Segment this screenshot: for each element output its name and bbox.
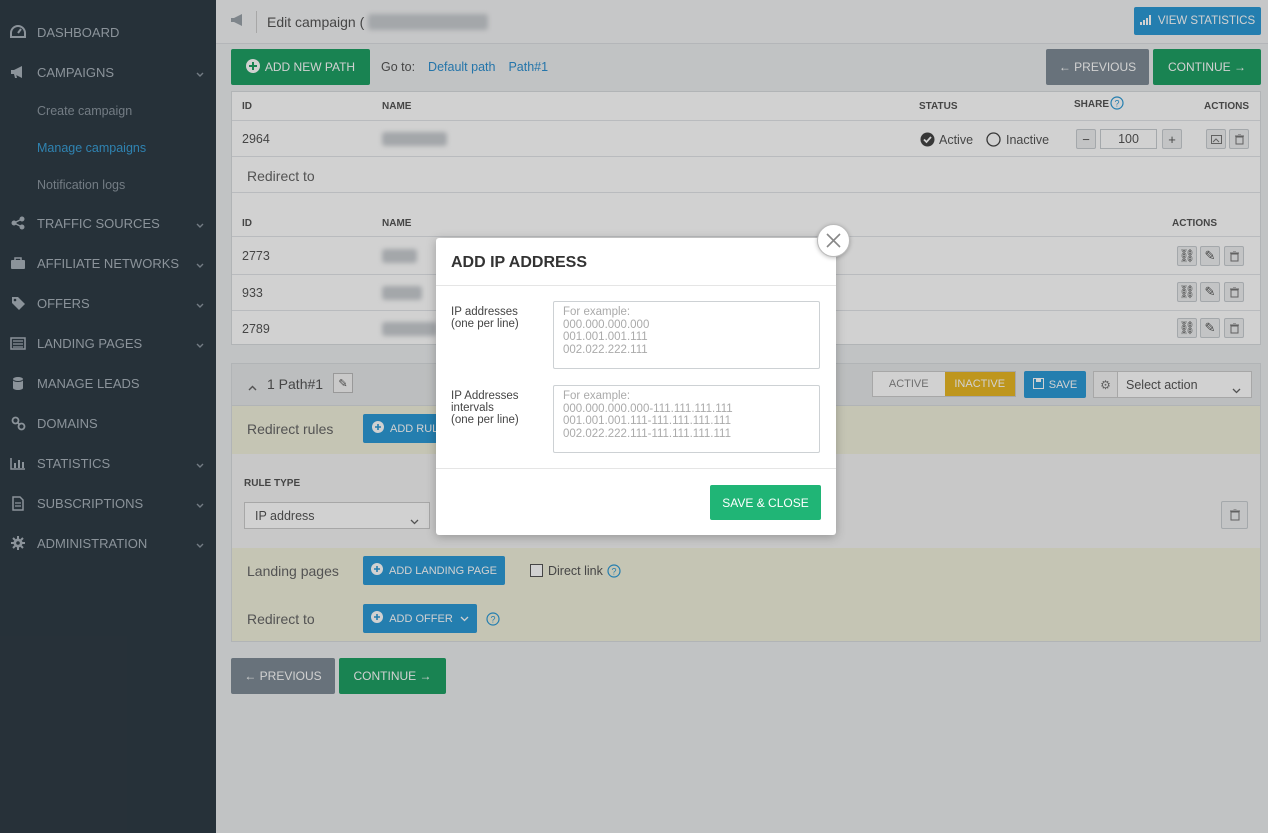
ip-addresses-textarea[interactable]: For example: 000.000.000.000 001.001.001… — [553, 301, 820, 369]
ip-intervals-textarea[interactable]: For example: 000.000.000.000-111.111.111… — [553, 385, 820, 453]
add-ip-address-modal: ADD IP ADDRESS IP addresses (one per lin… — [436, 238, 836, 535]
close-icon — [826, 233, 841, 248]
save-and-close-button[interactable]: SAVE & CLOSE — [710, 485, 821, 520]
modal-title: ADD IP ADDRESS — [451, 254, 588, 271]
ip-intervals-label: IP Addresses intervals (one per line) — [451, 390, 519, 426]
ip-addresses-label: IP addresses (one per line) — [451, 306, 519, 330]
modal-close-button[interactable] — [817, 224, 850, 257]
